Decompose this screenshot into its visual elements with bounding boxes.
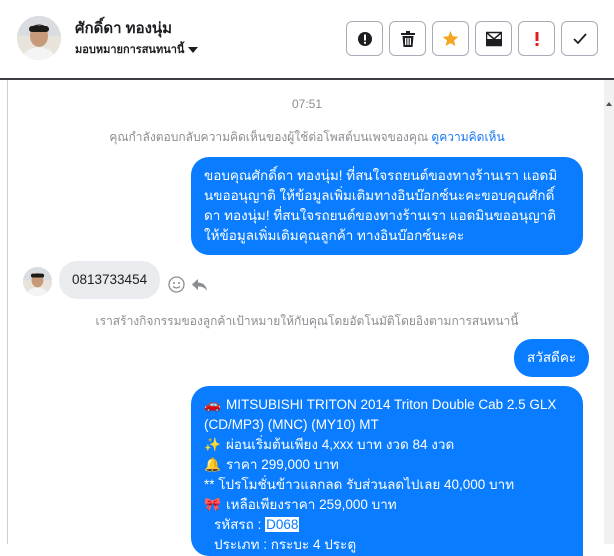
caret-down-icon — [188, 47, 199, 54]
reply-to-comment-notice: คุณกำลังตอบกลับความคิดเห็นของผู้ใช้ต่อโพ… — [0, 128, 614, 147]
conversation-header: ศักดิ์ดา ทองนุ่ม มอบหมายการสนทนานี้ — [0, 0, 614, 80]
message-timestamp: 07:51 — [291, 97, 323, 111]
mark-done-button[interactable] — [561, 21, 598, 56]
incoming-message: 0813733454 — [59, 261, 161, 299]
outgoing-message: ขอบคุณศักดิ์ดา ทองนุ่ม! ที่สนใจรถยนต์ของ… — [191, 157, 583, 255]
exclamation-circle-icon — [357, 31, 372, 46]
reply-notice-text: คุณกำลังตอบกลับความคิดเห็นของผู้ใช้ต่อโพ… — [109, 130, 429, 144]
listing-price: ราคา 299,000 บาท — [226, 457, 339, 472]
assign-conversation-dropdown[interactable]: มอบหมายการสนทนานี้ — [75, 40, 199, 58]
sparkles-icon: ✨ — [204, 437, 221, 452]
sender-avatar — [23, 267, 52, 296]
listing-installment-line: ✨ ผ่อนเริ่มต้นเพียง 4,xxx บาท งวด 84 งวด — [204, 435, 570, 455]
listing-type-line: ประเภท : กระบะ 4 ประตู — [214, 537, 357, 552]
check-icon — [572, 32, 587, 44]
listing-code-line: รหัสรถ : D068 — [204, 515, 570, 535]
mark-unread-button[interactable] — [475, 21, 512, 56]
assign-label: มอบหมายการสนทนานี้ — [75, 44, 185, 56]
delete-button[interactable] — [389, 21, 426, 56]
listing-promo-line: ** โปรโมชั่นข้าวแลกลด รับส่วนลดไปเลย 40,… — [204, 477, 515, 492]
contact-name[interactable]: ศักดิ์ดา ทองนุ่ม — [75, 16, 172, 40]
message-text: 0813733454 — [72, 272, 148, 287]
trash-icon — [400, 30, 415, 47]
listing-title: MITSUBISHI TRITON 2014 Triton Double Cab… — [204, 397, 557, 432]
avatar-photo — [23, 267, 52, 296]
listing-code-value: D068 — [265, 517, 300, 532]
message-actions — [168, 276, 208, 293]
follow-up-button[interactable] — [518, 21, 555, 56]
envelope-icon — [485, 31, 502, 46]
ribbon-icon: 🎀 — [204, 497, 221, 512]
listing-final-line: 🎀 เหลือเพียงราคา 259,000 บาท — [204, 495, 570, 515]
message-text: สวัสดีคะ — [527, 350, 577, 365]
listing-title-line: 🚗 MITSUBISHI TRITON 2014 Triton Double Ca… — [204, 395, 570, 435]
exclamation-icon — [535, 31, 538, 46]
listing-price-line: 🔔 ราคา 299,000 บาท — [204, 455, 570, 475]
message-text: ขอบคุณศักดิ์ดา ทองนุ่ม! ที่สนใจรถยนต์ของ… — [204, 168, 558, 243]
listing-code-label: รหัสรถ : — [214, 517, 262, 532]
outgoing-message: สวัสดีคะ — [514, 339, 590, 377]
listing-installment: ผ่อนเริ่มต้นเพียง 4,xxx บาท งวด 84 งวด — [226, 437, 455, 452]
car-icon: 🚗 — [204, 397, 221, 412]
mark-spam-button[interactable] — [346, 21, 383, 56]
view-comment-link[interactable]: ดูความคิดเห็น — [431, 130, 504, 144]
listing-final-price: เหลือเพียงราคา 259,000 บาท — [226, 497, 397, 512]
reply-arrow-icon[interactable] — [191, 276, 208, 293]
contact-avatar[interactable] — [17, 16, 61, 60]
bell-icon: 🔔 — [204, 457, 221, 472]
avatar-photo — [17, 16, 61, 60]
star-icon — [442, 30, 459, 46]
star-button[interactable] — [432, 21, 469, 56]
lead-activity-notice: เราสร้างกิจกรรมของลูกค้าเป้าหมายให้กับคุ… — [95, 314, 519, 328]
smiley-react-icon[interactable] — [168, 276, 185, 293]
vehicle-listing-message: 🚗 MITSUBISHI TRITON 2014 Triton Double Ca… — [191, 386, 583, 556]
